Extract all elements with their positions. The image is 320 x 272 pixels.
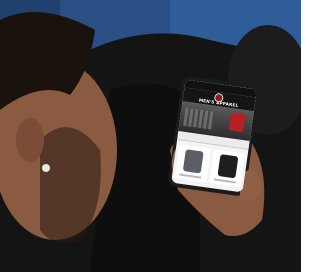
tshirt-icon [182,149,204,174]
clothing-rack-image [183,107,216,130]
phone-screen[interactable]: MEN'S APPAREL [171,79,257,193]
earring [42,164,50,172]
product-card[interactable] [174,144,211,183]
red-shirt-image [228,112,246,132]
tshirt-icon [216,154,238,179]
product-card[interactable] [208,149,245,188]
product-grid [171,140,248,192]
photo: MEN'S APPAREL [0,0,301,272]
scene-illustration [0,0,301,272]
product-label-placeholder [179,173,202,179]
ear [16,118,44,162]
product-label-placeholder [213,178,236,184]
